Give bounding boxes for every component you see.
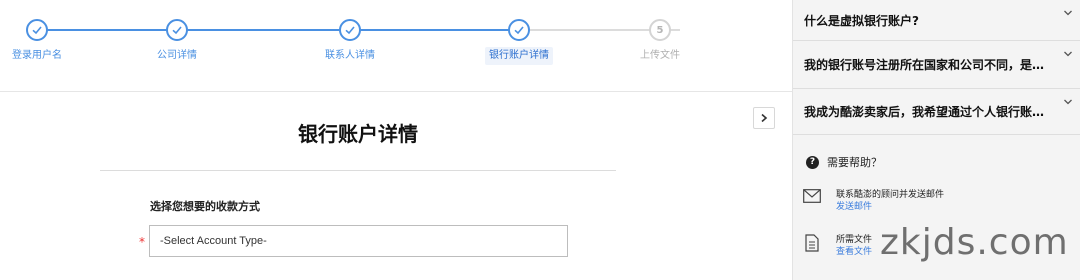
chevron-down-icon: [1064, 99, 1072, 105]
account-type-select[interactable]: -Select Account Type-: [149, 225, 568, 257]
required-documents-title: 所需文件: [836, 235, 873, 245]
step-check-icon: [26, 19, 48, 41]
chevron-right-icon: [761, 113, 768, 123]
step-upload-files[interactable]: 5 上传文件: [600, 0, 720, 92]
faq-item[interactable]: 什么是虚拟银行账户?: [793, 0, 1080, 41]
stepper-progress-line: [36, 29, 520, 31]
faq-item[interactable]: 我成为酷澎卖家后，我希望通过个人银行账户收款: [793, 89, 1080, 135]
email-contact-row: 联系酷澎的顾问并发送邮件 发送邮件: [803, 189, 944, 213]
faq-question: 什么是虚拟银行账户?: [804, 13, 919, 28]
step-label: 银行账户详情: [485, 47, 553, 65]
payment-method-label: 选择您想要的收款方式: [150, 200, 260, 213]
step-label: 上传文件: [640, 50, 680, 61]
view-documents-link[interactable]: 查看文件: [836, 246, 872, 258]
title-divider: [100, 170, 616, 171]
step-number: 5: [649, 19, 671, 41]
faq-question: 我成为酷澎卖家后，我希望通过个人银行账户收款: [804, 105, 1051, 119]
step-label: 登录用户名: [12, 50, 62, 61]
step-check-icon: [339, 19, 361, 41]
step-login-username[interactable]: 登录用户名: [0, 0, 97, 92]
step-contact-details[interactable]: 联系人详情: [290, 0, 410, 92]
sidebar-toggle-button[interactable]: [753, 107, 775, 129]
chevron-down-icon: [1064, 10, 1072, 16]
step-label: 联系人详情: [325, 50, 375, 61]
faq-question: 我的银行账号注册所在国家和公司不同，是否可以使用？: [804, 58, 1051, 72]
email-contact-title: 联系酷澎的顾问并发送邮件: [836, 190, 945, 200]
watermark-text: zkjds.com: [880, 222, 1069, 263]
page-title: 银行账户详情: [298, 122, 418, 146]
document-icon: [805, 234, 819, 252]
step-company-details[interactable]: 公司详情: [117, 0, 237, 92]
docs-row: 所需文件 查看文件: [803, 234, 872, 258]
step-label: 公司详情: [157, 50, 197, 61]
send-email-link[interactable]: 发送邮件: [836, 201, 944, 213]
faq-item[interactable]: 我的银行账号注册所在国家和公司不同，是否可以使用？: [793, 41, 1080, 89]
question-circle-icon: ?: [806, 155, 819, 169]
chevron-down-icon: [1064, 51, 1072, 57]
step-check-icon: [508, 19, 530, 41]
need-help-text: 需要帮助？: [827, 156, 882, 169]
envelope-icon: [803, 189, 821, 203]
account-type-select-value: -Select Account Type-: [160, 235, 267, 247]
required-marker: *: [139, 235, 145, 249]
step-check-icon: [166, 19, 188, 41]
step-bank-account-details[interactable]: 银行账户详情: [459, 0, 579, 92]
need-help-heading: ? 需要帮助？: [806, 154, 882, 170]
progress-stepper: 登录用户名 公司详情 联系人详情 银行账户详情 5 上传文件: [0, 0, 792, 92]
